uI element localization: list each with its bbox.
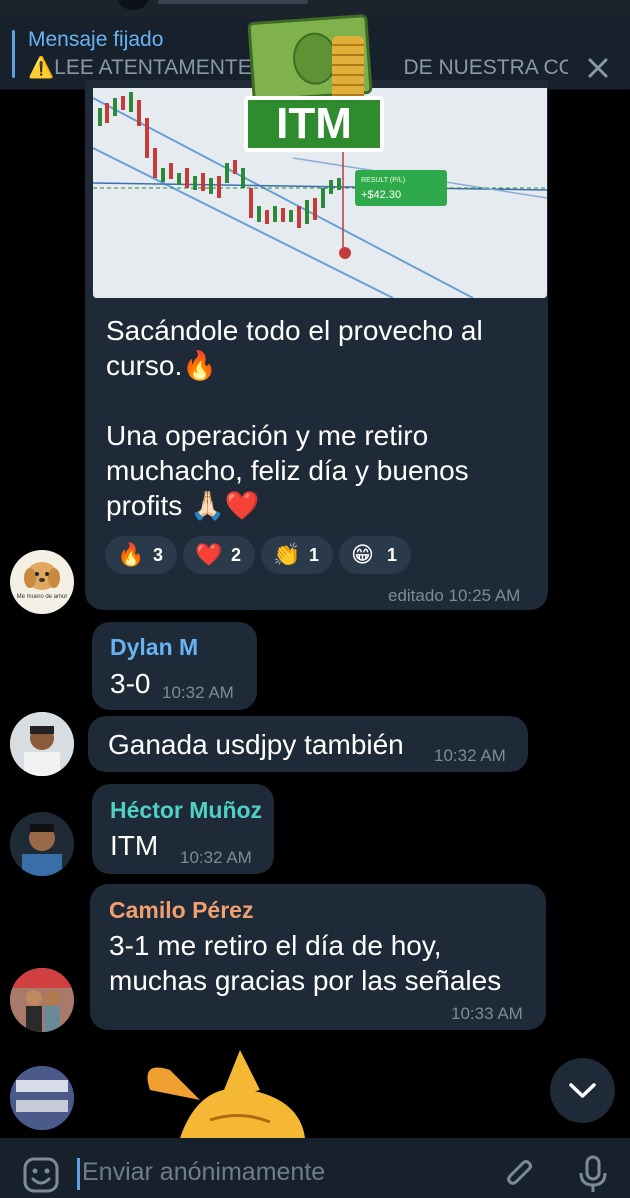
fire-icon: 🔥 [117, 542, 145, 567]
chat-avatar[interactable] [118, 0, 148, 10]
result-value: +$42.30 [361, 189, 401, 201]
message-time: 10:32 AM [434, 746, 506, 765]
emoji-icon[interactable] [22, 1156, 60, 1194]
text-caret [77, 1158, 80, 1190]
chevron-down-icon [569, 1083, 596, 1098]
message-line: 3-1 me retiro el día de hoy, [109, 930, 442, 961]
pinned-text-tail: DE NUESTRA CO... [403, 56, 568, 79]
message-line: curso.🔥 [106, 350, 218, 381]
pinned-title: Mensaje fijado [28, 28, 164, 51]
scroll-down-button[interactable] [550, 1058, 615, 1123]
message-time: 10:33 AM [451, 1004, 523, 1023]
message-text: 3-1 me retiro el día de hoy, muchas grac… [109, 928, 539, 998]
pinned-text-head: ⚠️LEE ATENTAMENTE [28, 56, 252, 79]
message-line: muchas gracias por las señales [109, 965, 502, 996]
close-icon[interactable] [584, 54, 612, 82]
reaction-count: 3 [152, 545, 163, 565]
message-input[interactable]: Enviar anónimamente [82, 1158, 325, 1187]
message-line: profits 🙏🏻❤️ [106, 490, 260, 521]
reaction-count: 1 [308, 545, 319, 565]
avatar[interactable] [10, 712, 74, 776]
result-title: RESULT (P/L) [361, 177, 405, 184]
avatar-caption: Me muero de amor [16, 594, 68, 600]
avatar[interactable] [10, 812, 74, 876]
avatar[interactable]: Me muero de amor [10, 550, 74, 614]
message-text: Sacándole todo el provecho al curso.🔥 Un… [106, 313, 536, 523]
reaction-count: 2 [230, 545, 241, 565]
message-time: 10:32 AM [180, 848, 252, 867]
grin-icon: 😁 [351, 542, 374, 567]
message-text: 3-0 [110, 668, 151, 699]
message-time: 10:32 AM [162, 683, 234, 702]
reaction-heart[interactable]: ❤️ 2 [183, 536, 255, 574]
sender-name[interactable]: Dylan M [110, 634, 198, 661]
avatar[interactable] [10, 968, 74, 1032]
message-input-bar: Enviar anónimamente [0, 1138, 630, 1198]
message-line: Sacándole todo el provecho al [106, 315, 483, 346]
clap-icon: 👏 [273, 542, 301, 567]
sender-name[interactable]: Camilo Pérez [109, 897, 253, 924]
avatar[interactable] [10, 1066, 74, 1130]
message-time: editado 10:25 AM [388, 586, 521, 605]
fox-sticker[interactable] [140, 1050, 310, 1138]
header-status [158, 0, 308, 4]
reaction-grin[interactable]: 😁 1 [339, 536, 411, 574]
coins-icon [332, 36, 364, 104]
heart-icon: ❤️ [195, 542, 223, 567]
mic-icon[interactable] [575, 1154, 611, 1194]
message-text: ITM [110, 830, 159, 861]
message-line: muchacho, feliz día y buenos [106, 455, 469, 486]
reaction-clap[interactable]: 👏 1 [261, 536, 333, 574]
attach-icon[interactable] [502, 1156, 538, 1192]
sender-name[interactable]: Héctor Muñoz [110, 797, 262, 824]
reaction-count: 1 [386, 545, 397, 565]
itm-sticker[interactable]: ITM [240, 13, 388, 154]
itm-sticker-label: ITM [244, 96, 384, 152]
reaction-fire[interactable]: 🔥 3 [105, 536, 177, 574]
message-line: Una operación y me retiro [106, 420, 429, 451]
message-text: Ganada usdjpy también [108, 729, 404, 760]
pinned-accent [12, 30, 15, 78]
